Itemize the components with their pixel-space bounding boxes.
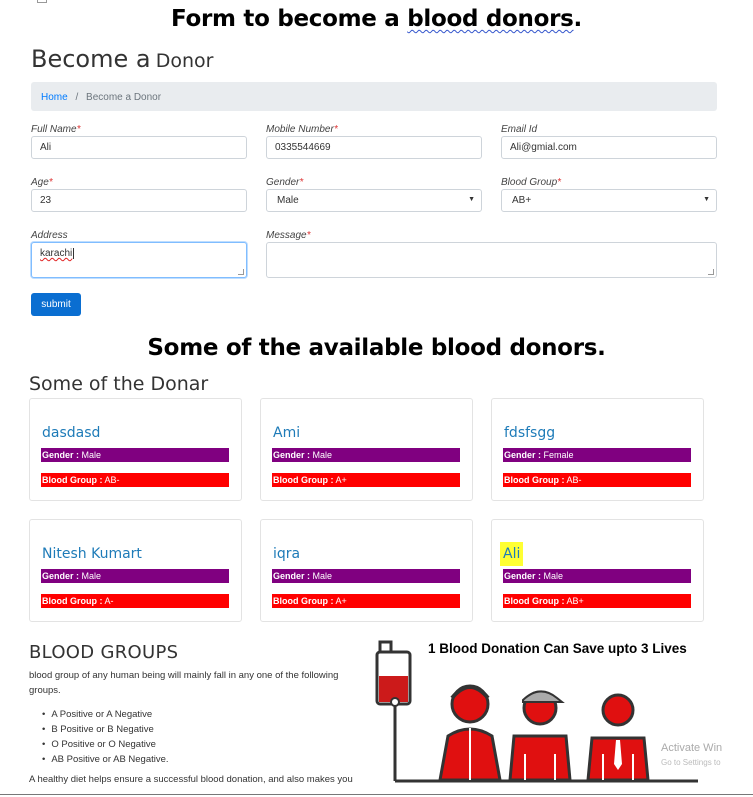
donor-gender-bar: Gender : Male <box>503 569 691 583</box>
donor-name[interactable]: dasdasd <box>42 425 100 441</box>
chevron-down-icon: ▼ <box>703 196 710 203</box>
message-textarea[interactable] <box>266 242 717 278</box>
breadcrumb-separator: / <box>75 92 79 103</box>
email-input[interactable]: Ali@gmial.com <box>501 136 717 159</box>
mobile-input[interactable]: 0335544669 <box>266 136 482 159</box>
donor-card: Ami Gender : Male Blood Group : A+ <box>260 398 473 501</box>
donation-illustration: 1 Blood Donation Can Save upto 3 Lives A… <box>370 636 753 797</box>
breadcrumb-home-link[interactable]: Home <box>41 92 68 103</box>
gender-select[interactable]: Male ▼ <box>266 189 482 212</box>
list-item: AB Positive or AB Negative. <box>42 752 168 767</box>
donor-gender-bar: Gender : Male <box>41 569 229 583</box>
resize-handle-icon[interactable] <box>238 269 244 275</box>
blood-groups-title: BLOOD GROUPS <box>29 642 179 663</box>
donor-name[interactable]: Nitesh Kumart <box>42 546 142 562</box>
donor-gender-bar: Gender : Male <box>272 569 460 583</box>
top-edge-checkbox <box>37 0 47 3</box>
page-title-main: Become a <box>31 45 151 73</box>
donor-name[interactable]: Ami <box>273 425 300 441</box>
full-name-label: Full Name* <box>31 124 81 135</box>
blood-groups-description: blood group of any human being will main… <box>29 670 339 696</box>
donor-blood-bar: Blood Group : A+ <box>272 594 460 608</box>
donor-card: fdsfsgg Gender : Female Blood Group : AB… <box>491 398 704 501</box>
donor-name[interactable]: fdsfsgg <box>504 425 555 441</box>
donor-blood-bar: Blood Group : A- <box>41 594 229 608</box>
page-title: Become a Donor <box>31 45 213 73</box>
windows-activation-subtext: Go to Settings to <box>661 758 721 767</box>
donor-blood-bar: Blood Group : AB+ <box>503 594 691 608</box>
blood-bag-people-illustration <box>375 640 698 783</box>
blood-group-select[interactable]: AB+ ▼ <box>501 189 717 212</box>
donor-card: iqra Gender : Male Blood Group : A+ <box>260 519 473 622</box>
donor-blood-bar: Blood Group : A+ <box>272 473 460 487</box>
full-name-input[interactable]: Ali <box>31 136 247 159</box>
donor-gender-bar: Gender : Female <box>503 448 691 462</box>
donor-name[interactable]: iqra <box>273 546 300 562</box>
donor-card: Ali Gender : Male Blood Group : AB+ <box>491 519 704 622</box>
blood-groups-list: A Positive or A Negative B Positive or B… <box>42 707 169 767</box>
submit-button[interactable]: submit <box>31 293 81 316</box>
annotation-form-heading: Form to become a blood donors. <box>171 6 582 32</box>
blood-group-label: Blood Group* <box>501 177 562 188</box>
breadcrumb-current: Become a Donor <box>86 92 162 103</box>
blood-groups-footer-text: A healthy diet helps ensure a successful… <box>29 774 353 785</box>
bottom-divider <box>0 794 753 795</box>
message-label: Message* <box>266 230 311 241</box>
donors-section-title: Some of the Donar <box>29 373 209 395</box>
resize-handle-icon[interactable] <box>708 269 714 275</box>
annotation-list-heading: Some of the available blood donors. <box>147 335 606 361</box>
email-label: Email Id <box>501 124 538 135</box>
donor-blood-bar: Blood Group : AB- <box>503 473 691 487</box>
list-item: B Positive or B Negative <box>42 722 169 737</box>
age-input[interactable]: 23 <box>31 189 247 212</box>
windows-activation-watermark: Activate Win <box>661 742 723 754</box>
address-label: Address <box>31 230 68 241</box>
donor-gender-bar: Gender : Male <box>272 448 460 462</box>
donor-gender-bar: Gender : Male <box>41 448 229 462</box>
mobile-label: Mobile Number* <box>266 124 338 135</box>
list-item: O Positive or O Negative <box>42 737 169 752</box>
donor-card: dasdasd Gender : Male Blood Group : AB- <box>29 398 242 501</box>
donor-card: Nitesh Kumart Gender : Male Blood Group … <box>29 519 242 622</box>
address-textarea[interactable]: karachi <box>31 242 247 278</box>
gender-label: Gender* <box>266 177 304 188</box>
page-title-sub: Donor <box>155 50 214 72</box>
chevron-down-icon: ▼ <box>468 196 475 203</box>
age-label: Age* <box>31 177 53 188</box>
donor-name-highlighted[interactable]: Ali <box>500 542 524 566</box>
list-item: A Positive or A Negative <box>42 707 169 722</box>
donor-blood-bar: Blood Group : AB- <box>41 473 229 487</box>
breadcrumb: Home / Become a Donor <box>31 82 717 111</box>
